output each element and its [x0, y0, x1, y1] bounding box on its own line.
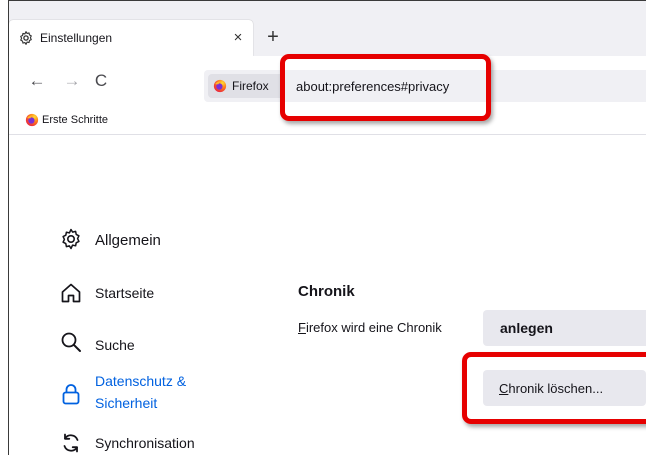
history-section-title: Chronik [298, 283, 355, 300]
sidebar-item-sync[interactable]: Synchronisation [59, 429, 249, 455]
highlight-url-box [280, 54, 491, 121]
sidebar-item-home[interactable]: Startseite [59, 279, 249, 309]
forward-button[interactable]: → [61, 70, 83, 92]
history-mode-label: Firefox wird eine Chronik [298, 319, 442, 337]
identity-label: Firefox [232, 79, 269, 93]
sidebar-item-label: Allgemein [95, 232, 161, 249]
tab-title: Einstellungen [40, 31, 113, 45]
lock-icon [62, 384, 80, 405]
accesskey: F [298, 320, 306, 335]
search-icon [61, 332, 81, 352]
sidebar-item-label: Synchronisation [95, 435, 195, 451]
bookmark-erste-schritte[interactable]: Erste Schritte [42, 112, 108, 128]
home-icon [61, 283, 81, 303]
gear-icon [20, 31, 32, 45]
sidebar-item-label: Suche [95, 337, 135, 353]
history-mode-value: anlegen [500, 320, 553, 336]
firefox-logo-icon [25, 113, 39, 127]
history-mode-select[interactable]: anlegen [483, 310, 646, 346]
reload-button[interactable]: C [90, 70, 112, 92]
history-mode-label-text: irefox wird eine Chronik [305, 320, 442, 335]
gear-icon [62, 228, 80, 250]
sync-icon [63, 433, 79, 453]
sidebar-item-label: Datenschutz & Sicherheit [95, 373, 187, 411]
new-tab-button[interactable]: + [262, 27, 284, 49]
browser-window: Einstellungen × + ← → C Firefox about:pr… [0, 0, 646, 455]
sidebar-item-search[interactable]: Suche [59, 328, 249, 358]
sidebar-item-label: Startseite [95, 285, 155, 301]
tab-close-button[interactable]: × [228, 28, 248, 48]
sidebar-item-general[interactable]: Allgemein [59, 225, 249, 255]
back-button[interactable]: ← [26, 70, 48, 92]
highlight-clear-history-box [462, 352, 646, 424]
sidebar-item-privacy[interactable]: Datenschutz & Sicherheit [59, 370, 249, 420]
identity-box[interactable]: Firefox [208, 74, 284, 98]
firefox-logo-icon [213, 79, 227, 93]
tab-einstellungen[interactable]: Einstellungen × [9, 20, 253, 56]
